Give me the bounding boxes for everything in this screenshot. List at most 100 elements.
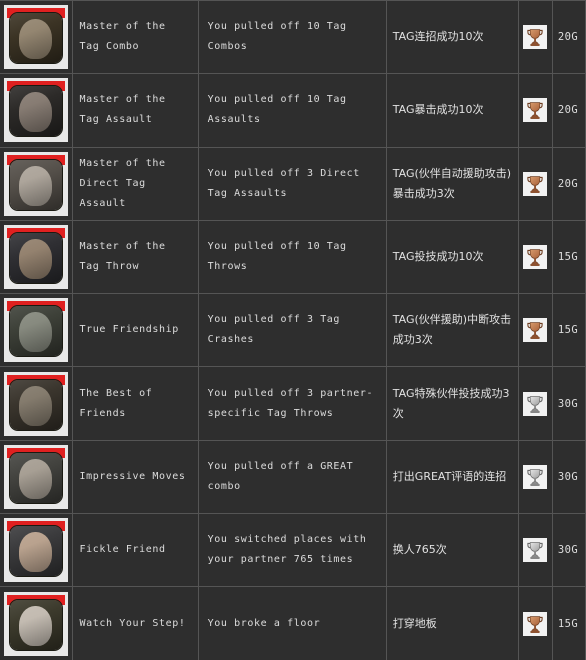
achievement-name: Watch Your Step!	[79, 617, 186, 629]
achievement-name-cell: Fickle Friend	[72, 513, 199, 588]
achievement-icon-cell	[0, 586, 73, 660]
achievement-name: Master of the Direct Tag Assault	[79, 157, 166, 209]
achievement-description-cn: 打出GREAT评语的连招	[392, 469, 507, 483]
achievement-description-cn-cell: TAG特殊伙伴投技成功3次	[386, 366, 519, 441]
portrait-image	[8, 378, 63, 431]
character-portrait-icon	[3, 225, 68, 290]
character-portrait-icon	[3, 5, 68, 70]
achievement-name-cell: True Friendship	[72, 293, 199, 368]
table-row[interactable]: The Best of Friends You pulled off 3 par…	[0, 366, 586, 441]
table-row[interactable]: Master of the Tag Combo You pulled off 1…	[0, 0, 586, 75]
achievement-description-cn: TAG暴击成功10次	[392, 103, 484, 117]
trophy-icon	[523, 98, 548, 123]
portrait-image	[8, 232, 63, 285]
achievement-description: You pulled off a GREAT combo	[207, 460, 354, 492]
achievement-name-cell: The Best of Friends	[72, 366, 199, 441]
portrait-shading	[9, 599, 62, 650]
portrait-shading	[9, 233, 62, 284]
achievement-icon-cell	[0, 440, 73, 515]
achievement-name-cell: Impressive Moves	[72, 440, 199, 515]
achievement-description: You pulled off 3 partner-specific Tag Th…	[207, 387, 374, 419]
trophy-icon	[523, 245, 548, 270]
achievement-score: 30G	[557, 470, 579, 483]
achievements-table: Master of the Tag Combo You pulled off 1…	[0, 0, 586, 660]
portrait-image	[8, 451, 63, 504]
achievement-description-cn: 打穿地板	[392, 616, 437, 630]
achievement-score-cell: 15G	[552, 586, 586, 660]
trophy-icon	[523, 464, 548, 489]
portrait-image	[8, 85, 63, 138]
achievement-trophy-cell	[518, 366, 553, 441]
achievement-description-cn-cell: TAG(伙伴援助)中断攻击成功3次	[386, 293, 519, 368]
achievement-name: The Best of Friends	[79, 387, 153, 419]
achievement-icon-cell	[0, 147, 73, 221]
portrait-shading	[9, 526, 62, 577]
achievement-description-cn-cell: TAG投技成功10次	[386, 220, 519, 295]
achievement-icon-cell	[0, 0, 73, 75]
achievement-icon-cell	[0, 293, 73, 368]
achievement-score-cell: 30G	[552, 366, 586, 441]
achievement-name: Master of the Tag Throw	[79, 241, 166, 273]
achievement-name: True Friendship	[79, 324, 179, 336]
achievement-name: Impressive Moves	[79, 470, 186, 482]
table-row[interactable]: Fickle Friend You switched places with y…	[0, 513, 586, 588]
achievement-description-cell: You switched places with your partner 76…	[198, 513, 387, 588]
achievement-score: 15G	[557, 617, 579, 630]
achievement-description-cn: TAG特殊伙伴投技成功3次	[392, 386, 510, 420]
achievement-trophy-cell	[518, 147, 553, 221]
portrait-shading	[9, 306, 62, 357]
table-row[interactable]: Impressive Moves You pulled off a GREAT …	[0, 440, 586, 515]
portrait-shading	[9, 13, 62, 64]
achievement-score: 20G	[557, 104, 579, 117]
achievement-name: Fickle Friend	[79, 544, 166, 556]
achievement-description: You pulled off 10 Tag Assaults	[207, 94, 347, 126]
achievement-score-cell: 15G	[552, 220, 586, 295]
achievement-description-cn-cell: TAG连招成功10次	[386, 0, 519, 75]
achievement-score: 30G	[557, 397, 579, 410]
portrait-shading	[9, 452, 62, 503]
character-portrait-icon	[3, 298, 68, 363]
achievement-description-cn: 换人765次	[392, 543, 447, 557]
achievement-icon-cell	[0, 220, 73, 295]
achievement-score-cell: 20G	[552, 0, 586, 75]
trophy-icon	[523, 391, 548, 416]
table-row[interactable]: Master of the Tag Assault You pulled off…	[0, 73, 586, 148]
achievement-description: You pulled off 3 Tag Crashes	[207, 314, 341, 346]
achievement-name: Master of the Tag Combo	[79, 21, 166, 53]
achievement-name-cell: Watch Your Step!	[72, 586, 199, 660]
achievement-description-cn-cell: TAG暴击成功10次	[386, 73, 519, 148]
achievement-score-cell: 15G	[552, 293, 586, 368]
achievement-description: You pulled off 10 Tag Combos	[207, 21, 347, 53]
achievement-description-cell: You pulled off 3 Direct Tag Assaults	[198, 147, 387, 221]
achievement-trophy-cell	[518, 440, 553, 515]
character-portrait-icon	[3, 371, 68, 436]
achievement-name-cell: Master of the Direct Tag Assault	[72, 147, 199, 221]
portrait-shading	[9, 379, 62, 430]
table-row[interactable]: Master of the Tag Throw You pulled off 1…	[0, 220, 586, 295]
trophy-icon	[523, 538, 548, 563]
trophy-icon	[523, 611, 548, 636]
achievement-description: You pulled off 3 Direct Tag Assaults	[207, 167, 360, 199]
table-row[interactable]: Master of the Direct Tag Assault You pul…	[0, 147, 586, 221]
achievement-score-cell: 20G	[552, 147, 586, 221]
achievement-score: 30G	[557, 544, 579, 557]
character-portrait-icon	[3, 444, 68, 509]
achievement-description: You pulled off 10 Tag Throws	[207, 241, 347, 273]
trophy-icon	[523, 171, 548, 196]
achievement-score: 15G	[557, 251, 579, 264]
achievement-icon-cell	[0, 366, 73, 441]
achievement-score: 20G	[557, 31, 579, 44]
achievement-description-cell: You pulled off 3 partner-specific Tag Th…	[198, 366, 387, 441]
achievement-description-cn-cell: 换人765次	[386, 513, 519, 588]
achievement-icon-cell	[0, 513, 73, 588]
achievement-description: You switched places with your partner 76…	[207, 534, 367, 566]
table-row[interactable]: Watch Your Step! You broke a floor 打穿地板 …	[0, 586, 586, 660]
table-row[interactable]: True Friendship You pulled off 3 Tag Cra…	[0, 293, 586, 368]
achievement-score-cell: 30G	[552, 440, 586, 515]
achievement-name-cell: Master of the Tag Throw	[72, 220, 199, 295]
achievement-description-cn: TAG连招成功10次	[392, 30, 484, 44]
portrait-image	[8, 598, 63, 651]
achievement-name-cell: Master of the Tag Assault	[72, 73, 199, 148]
achievement-name-cell: Master of the Tag Combo	[72, 0, 199, 75]
achievement-description-cell: You pulled off a GREAT combo	[198, 440, 387, 515]
